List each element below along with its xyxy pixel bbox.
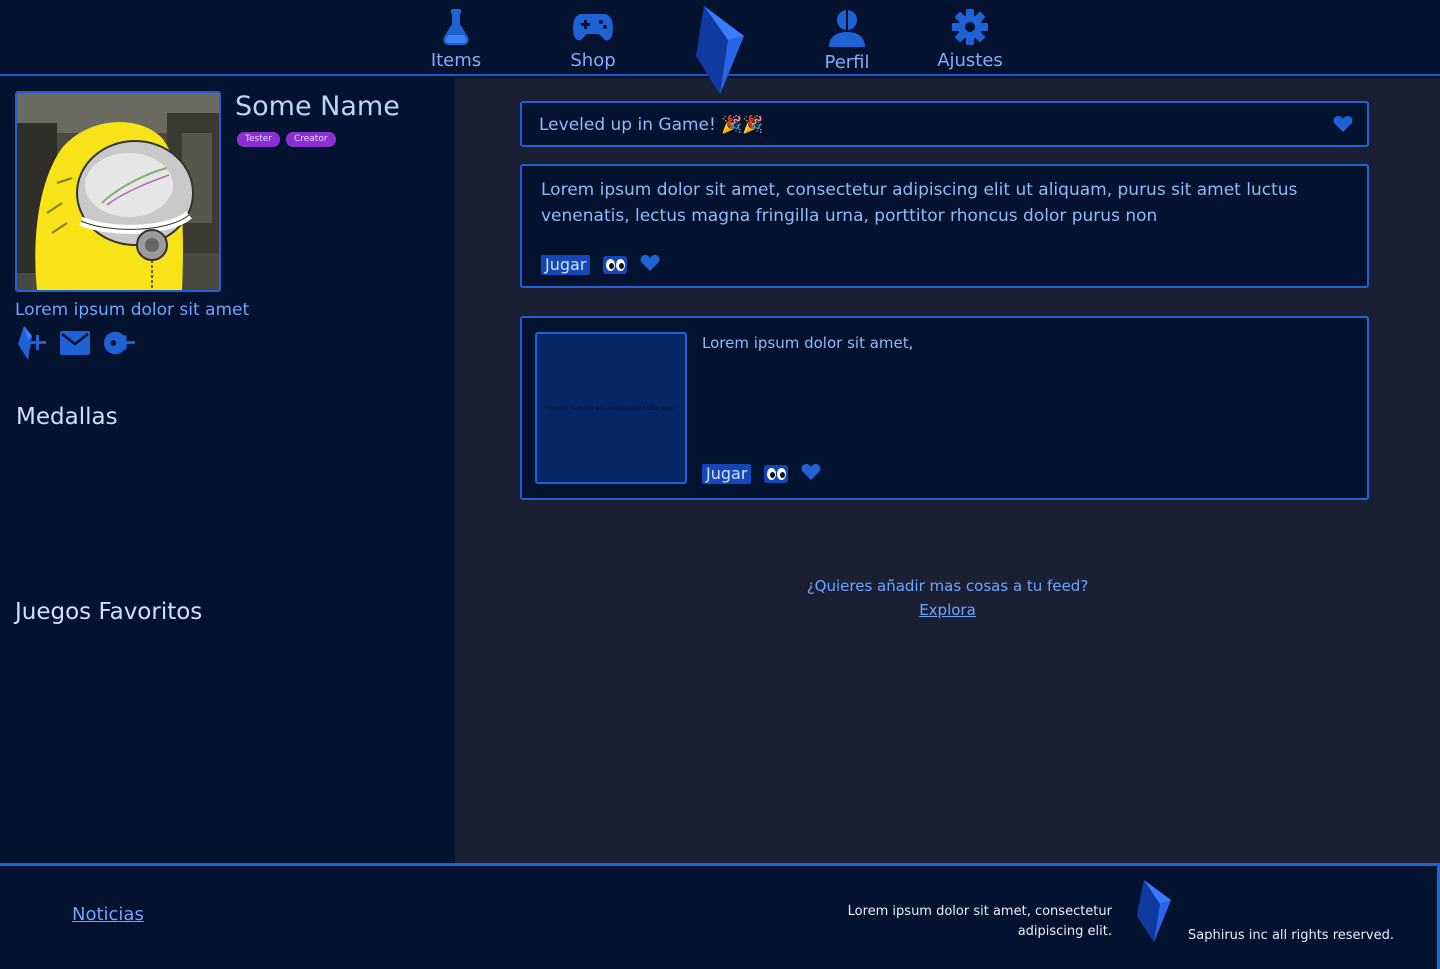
crystal-add-icon[interactable] [15, 326, 47, 360]
play-button[interactable]: Jugar [702, 464, 752, 484]
heart-icon[interactable] [1333, 115, 1353, 137]
gamepad-icon [572, 6, 614, 48]
user-icon [826, 8, 868, 50]
avatar [15, 91, 221, 292]
thumbnail-placeholder-text: Insorte numero del nivel al que subio aq… [547, 404, 675, 412]
crystal-logo [1136, 880, 1172, 944]
nav-label: Shop [570, 50, 616, 71]
badge-list: Tester Creator [237, 132, 336, 147]
potion-icon [435, 6, 477, 48]
favorite-games-title: Juegos Favoritos [15, 599, 203, 625]
nav-label: Items [430, 50, 482, 71]
badge-creator: Creator [285, 132, 336, 147]
feed-card-level-up: Leveled up in Game! 🎉🎉 [520, 101, 1369, 147]
nav-item-perfil[interactable]: Perfil [816, 8, 878, 73]
nav-item-shop[interactable]: Shop [562, 6, 624, 71]
post-actions: Jugar [702, 463, 821, 485]
news-link[interactable]: Noticias [72, 904, 144, 925]
hazmat-avatar [17, 93, 219, 290]
feed-card-text: Leveled up in Game! 🎉🎉 [539, 115, 764, 135]
play-button[interactable]: Jugar [541, 255, 591, 275]
nav-item-items[interactable]: Items [425, 6, 487, 71]
profile-bio: Lorem ipsum dolor sit amet [15, 300, 250, 320]
heart-icon[interactable] [801, 463, 821, 485]
nav-item-ajustes[interactable]: Ajustes [937, 6, 1003, 71]
post-thumbnail: Insorte numero del nivel al que subio aq… [535, 332, 687, 484]
circle-add-icon[interactable] [103, 326, 135, 360]
feed-card-level-post: Insorte numero del nivel al que subio aq… [520, 316, 1369, 500]
feed-card-post: Lorem ipsum dolor sit amet, consectetur … [520, 164, 1369, 288]
profile-sidebar: Some Name Tester Creator Lorem ipsum dol… [0, 78, 455, 863]
copyright-text: Saphirus inc all rights reserved. [1188, 928, 1394, 943]
nav-label: Perfil [824, 52, 870, 73]
eyes-icon[interactable] [764, 465, 789, 483]
gear-icon [949, 6, 991, 48]
feed-more-prompt: ¿Quieres añadir mas cosas a tu feed? [806, 577, 1089, 595]
profile-name: Some Name [235, 91, 400, 122]
feed-card-text: Lorem ipsum dolor sit amet, [702, 334, 914, 352]
medals-title: Medallas [16, 404, 118, 430]
feed: Leveled up in Game! 🎉🎉 Lorem ipsum dolor… [455, 78, 1440, 863]
heart-icon[interactable] [640, 254, 660, 276]
feed-card-text: Lorem ipsum dolor sit amet, consectetur … [541, 180, 1298, 226]
eyes-icon[interactable] [603, 256, 628, 274]
footer: Noticias Lorem ipsum dolor sit amet, con… [0, 863, 1440, 969]
post-actions: Jugar [541, 254, 660, 276]
explore-link[interactable]: Explora [455, 601, 1440, 619]
social-links [15, 326, 135, 360]
crystal-logo[interactable] [694, 6, 746, 96]
nav-label: Ajustes [937, 50, 1003, 71]
footer-description: Lorem ipsum dolor sit amet, consectetur … [847, 904, 1112, 939]
badge-tester: Tester [237, 132, 280, 147]
mail-icon[interactable] [59, 326, 91, 360]
top-navigation: Items Shop Perfil Ajustes [0, 0, 1440, 94]
